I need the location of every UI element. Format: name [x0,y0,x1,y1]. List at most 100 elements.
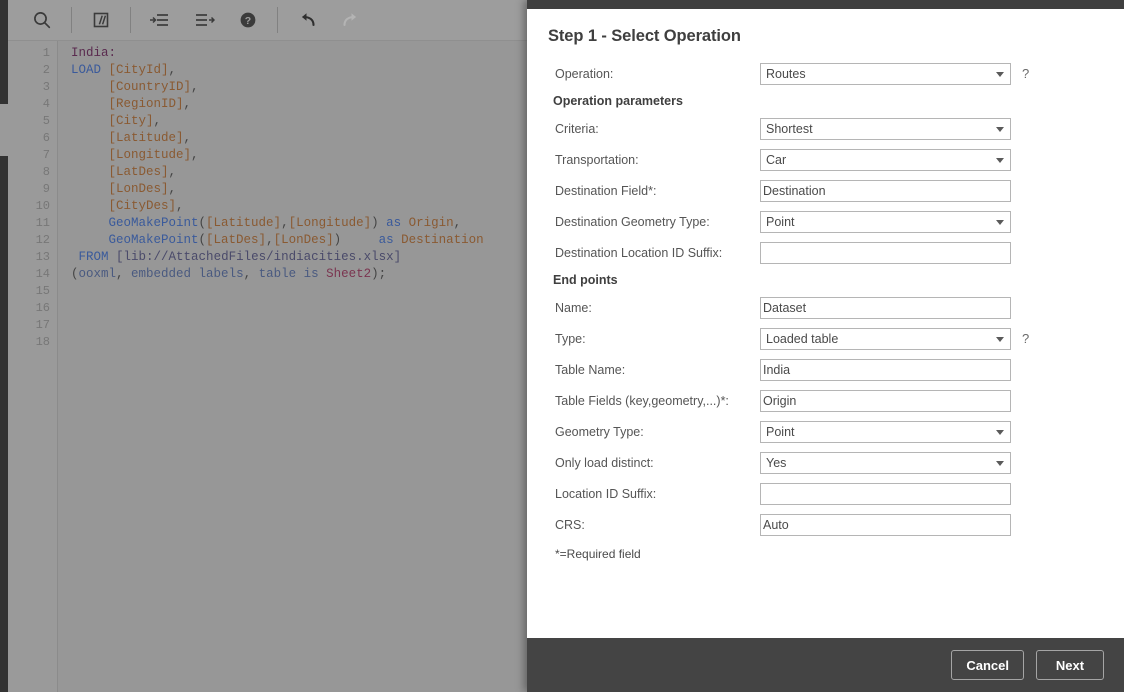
location-id-suffix-input[interactable] [760,482,1011,505]
line-number: 5 [42,114,50,128]
operation-parameters-fields: Criteria: Shortest Transportation: Car Desti… [548,113,1104,268]
help-icon-glyph: ? [240,12,256,28]
destination-field-input[interactable] [760,179,1011,202]
form-row-destination-location-id-suffix: Destination Location ID Suffix: [548,237,1104,268]
code-token: ( [198,233,207,247]
operation-label: Operation: [555,66,614,81]
code-token: , [266,233,274,247]
name-label: Name: [555,300,592,315]
code-token: [Longitude] [288,216,372,230]
indent-icon[interactable] [138,0,182,40]
destination-geometry-type-select[interactable]: Point [760,210,1011,233]
undo-icon[interactable] [285,0,329,40]
end-points-fields: Name: Type: Loaded table? Table Name: Table … [548,292,1104,540]
destination-location-id-suffix-input[interactable] [760,241,1011,264]
code-token: [LatDes] [108,165,169,179]
code-token: [lib://AttachedFiles/indiacities.xlsx] [116,250,402,264]
only-load-distinct-select[interactable]: YesNo [760,451,1011,474]
search-icon[interactable] [20,0,64,40]
outdent-icon[interactable] [182,0,226,40]
code-token: ) [371,216,387,230]
only-load-distinct-label: Only load distinct: [555,455,654,470]
table-fields-key-geometry-label: Table Fields (key,geometry,...)*: [555,393,729,408]
cancel-button[interactable]: Cancel [951,650,1024,680]
type-help-icon[interactable]: ? [1022,331,1029,346]
table-name-control [760,358,1011,381]
toolbar-separator-1 [71,7,72,33]
line-number: 18 [35,335,50,349]
code-token: [CityId] [108,63,169,77]
code-token: , [191,148,199,162]
line-number: 6 [42,131,50,145]
left-edge-scrollbar-thumb[interactable] [0,104,8,156]
transportation-select[interactable]: Car [760,148,1011,171]
code-token: ( [198,216,207,230]
code-token: Origin [408,216,454,230]
operation-select[interactable]: Routes [760,62,1011,85]
line-number: 3 [42,80,50,94]
location-id-suffix-label: Location ID Suffix: [555,486,657,501]
location-id-suffix-control [760,482,1011,505]
only-load-distinct-select-wrap: YesNo [760,451,1011,474]
code-token: , [243,267,259,281]
type-select-wrap: Loaded table [760,327,1011,350]
name-input[interactable] [760,296,1011,319]
line-number: 12 [35,233,50,247]
table-fields-key-geometry-control [760,389,1011,412]
crs-input[interactable] [760,513,1011,536]
geometry-type-select[interactable]: Point [760,420,1011,443]
line-number: 2 [42,63,50,77]
line-number: 17 [35,318,50,332]
left-edge-scrollbar[interactable] [0,0,8,692]
app-root: ? 1 2 3 4 5 6 7 8 9 10 11 12 13 14 15 16 17 18 India: LOAD… [0,0,1124,692]
criteria-select[interactable]: Shortest [760,117,1011,140]
operation-help-icon[interactable]: ? [1022,66,1029,81]
type-control: Loaded table [760,327,1011,350]
code-token: , [281,216,289,230]
next-button[interactable]: Next [1036,650,1104,680]
code-token: embedded labels [131,267,244,281]
code-token: as [386,216,402,230]
code-token: FROM [78,250,109,264]
code-token: , [453,216,462,230]
code-token: [Latitude] [206,216,282,230]
geometry-type-select-wrap: Point [760,420,1011,443]
line-number: 11 [35,216,50,230]
code-token: Destination [401,233,484,247]
required-field-note: *=Required field [555,547,641,561]
help-icon[interactable]: ? [226,0,270,40]
redo-icon [329,0,373,40]
form-row-table-fields-key-geometry: Table Fields (key,geometry,...)*: [548,385,1104,416]
code-token: , [176,199,184,213]
destination-location-id-suffix-control [760,241,1011,264]
type-select[interactable]: Loaded table [760,327,1011,350]
criteria-select-wrap: Shortest [760,117,1011,140]
code-token: [LonDes] [273,233,334,247]
code-token: , [183,97,192,111]
comment-icon[interactable] [79,0,123,40]
dialog-body: Step 1 - Select Operation Operation: Rou… [527,9,1124,638]
operation-parameters-heading: Operation parameters [553,94,683,108]
table-fields-key-geometry-input[interactable] [760,389,1011,412]
toolbar-separator-3 [277,7,278,33]
line-number: 9 [42,182,50,196]
code-token: [RegionID] [108,97,184,111]
table-name-input[interactable] [760,358,1011,381]
code-token: Sheet2 [326,267,372,281]
code-token: , [168,182,177,196]
transportation-label: Transportation: [555,152,639,167]
code-token: , [116,267,132,281]
form-row-transportation: Transportation: Car [548,144,1104,175]
line-number: 10 [35,199,50,213]
destination-geometry-type-label: Destination Geometry Type: [555,214,710,229]
table-name-label: Table Name: [555,362,626,377]
